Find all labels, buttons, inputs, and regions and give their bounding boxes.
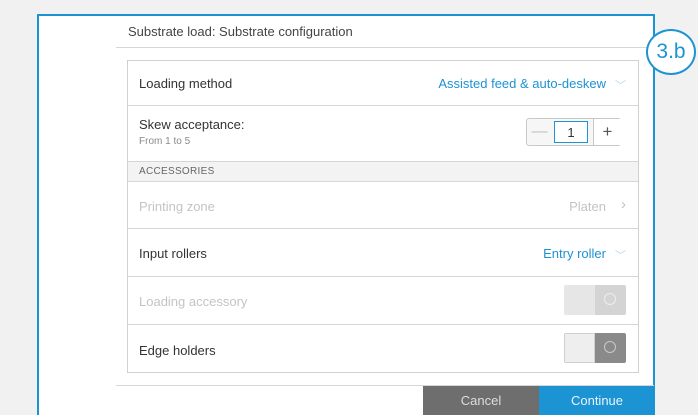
loading-method-label: Loading method: [139, 76, 233, 91]
settings-panel: Loading method Assisted feed & auto-desk…: [127, 60, 639, 373]
toggle-knob[interactable]: [564, 333, 595, 363]
chevron-down-icon[interactable]: ﹀: [615, 77, 626, 93]
loading-method-value[interactable]: Assisted feed & auto-deskew: [438, 76, 606, 91]
step-badge: 3.b: [646, 29, 696, 75]
loading-accessory-label: Loading accessory: [139, 294, 248, 309]
skew-range: From 1 to 5: [139, 136, 191, 147]
row-loading-method[interactable]: Loading method Assisted feed & auto-desk…: [128, 61, 638, 106]
input-rollers-value[interactable]: Entry roller: [543, 246, 606, 261]
skew-stepper[interactable]: — 1 +: [526, 118, 621, 146]
printing-zone-label: Printing zone: [139, 199, 215, 214]
chevron-down-icon[interactable]: ﹀: [615, 247, 626, 263]
section-accessories: ACCESSORIES: [128, 162, 638, 182]
input-rollers-label: Input rollers: [139, 246, 207, 261]
printing-zone-value: Platen: [569, 199, 606, 214]
toggle-track[interactable]: [595, 333, 626, 363]
edge-holders-label: Edge holders: [139, 343, 216, 358]
row-edge-holders: Edge holders: [128, 325, 638, 372]
chevron-right-icon: ›: [621, 196, 626, 213]
skew-label: Skew acceptance:: [139, 117, 245, 132]
toggle-off-icon: [604, 293, 616, 305]
continue-button[interactable]: Continue: [539, 386, 655, 415]
row-input-rollers[interactable]: Input rollers Entry roller ﹀: [128, 229, 638, 277]
cancel-button[interactable]: Cancel: [423, 386, 539, 415]
page-title: Substrate load: Substrate configuration: [128, 24, 353, 39]
toggle-knob: [564, 285, 595, 315]
edge-holders-toggle[interactable]: [564, 333, 626, 363]
skew-value-field[interactable]: 1: [554, 121, 588, 143]
plus-icon[interactable]: +: [593, 119, 621, 145]
row-loading-accessory: Loading accessory: [128, 277, 638, 325]
minus-icon[interactable]: —: [527, 119, 552, 145]
row-printing-zone: Printing zone Platen ›: [128, 182, 638, 229]
toggle-track: [595, 285, 626, 315]
toggle-off-icon: [604, 341, 616, 353]
loading-accessory-toggle: [564, 285, 626, 315]
dialog-header: Substrate load: Substrate configuration: [116, 20, 654, 48]
section-accessories-label: ACCESSORIES: [139, 166, 215, 177]
